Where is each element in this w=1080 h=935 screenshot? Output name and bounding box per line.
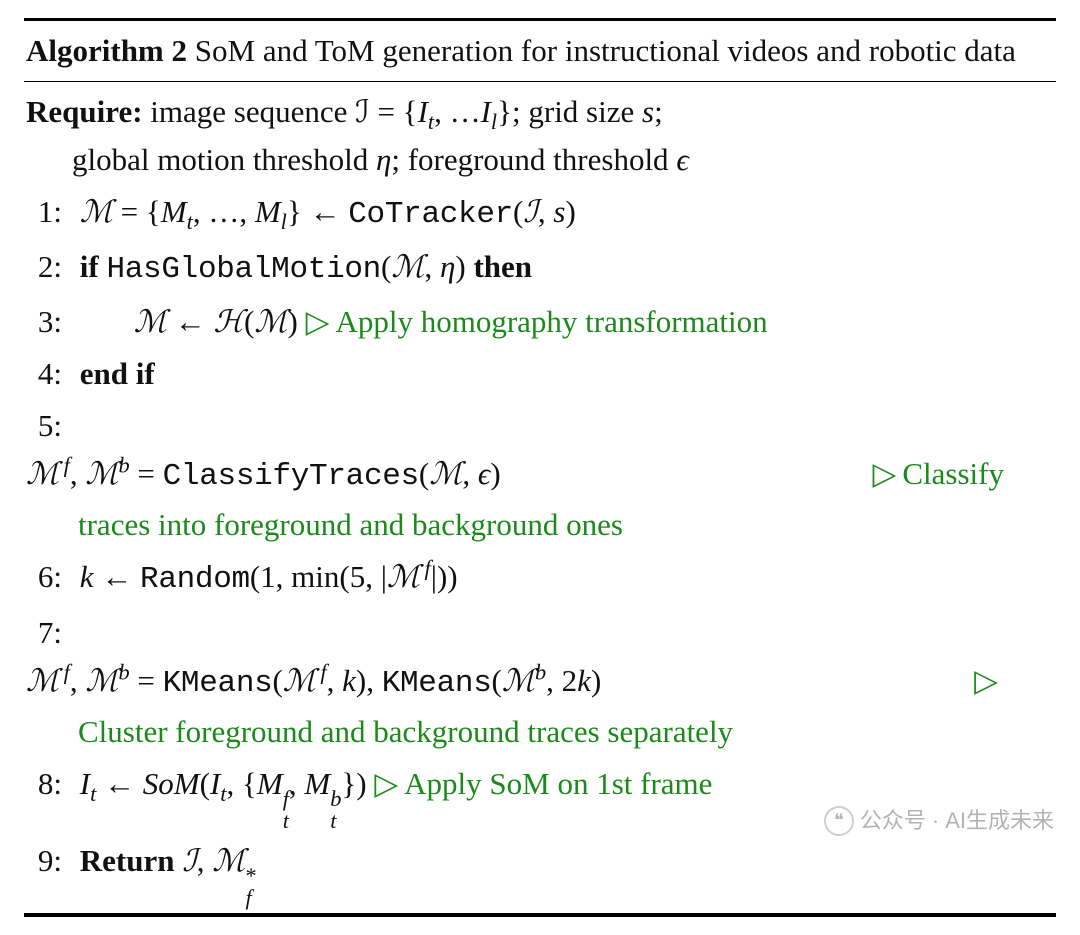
algo-line-1: 1: ℳ = {Mt, …, Ml} ← CoTracker(ℐ, s): [26, 186, 1056, 241]
algorithm-body: Require: image sequence ℐ = {It, …Il}; g…: [24, 82, 1056, 914]
require-text-2: global motion threshold η; foreground th…: [26, 136, 1056, 184]
require-label: Require:: [26, 94, 143, 129]
algo-line-2: 2: if HasGlobalMotion(ℳ, η) then: [26, 241, 1056, 296]
algo-line-7: 7: ℳ f, ℳb = KMeans(ℳ f, k), KMeans(ℳb, …: [26, 607, 1056, 758]
algo-line-6: 6: k ← Random(1, min(5, |ℳ f|)): [26, 551, 1056, 606]
algorithm-label: Algorithm 2: [26, 33, 187, 68]
algo-line-8: 8: It ← SoM(It, {Mft, Mbt}) Apply SoM on…: [26, 758, 1056, 835]
algorithm-title: SoM and ToM generation for instructional…: [187, 33, 1016, 68]
require-text-1: image sequence ℐ = {It, …Il}; grid size …: [150, 94, 662, 129]
algo-line-3: 3: ℳ ← ℋ(ℳ) Apply homography transformat…: [26, 296, 1056, 348]
algorithm-header: Algorithm 2 SoM and ToM generation for i…: [24, 21, 1056, 82]
require-line: Require: image sequence ℐ = {It, …Il}; g…: [26, 86, 1056, 186]
algorithm-block: Algorithm 2 SoM and ToM generation for i…: [24, 18, 1056, 917]
algo-line-4: 4: end if: [26, 348, 1056, 400]
algo-line-9: 9: Return ℐ, ℳ*f: [26, 835, 1056, 912]
algo-line-5: 5: ℳ f, ℳb = ClassifyTraces(ℳ, ϵ) Classi…: [26, 400, 1056, 551]
